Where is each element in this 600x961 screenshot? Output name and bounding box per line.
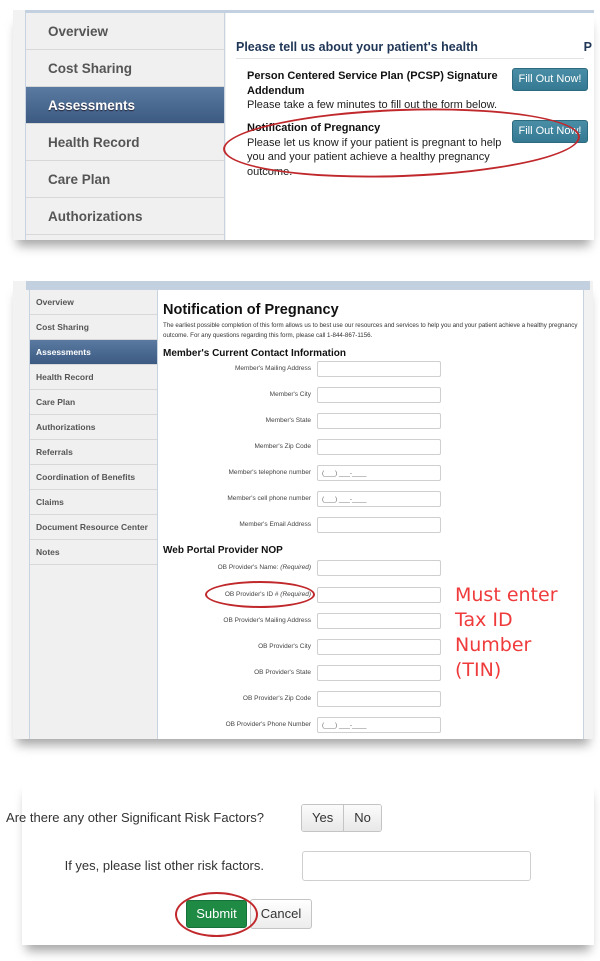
sidebar-item-care-plan[interactable]: Care Plan bbox=[26, 161, 224, 198]
field-label: Member's State bbox=[265, 417, 311, 424]
sidebar-item-document-resource-center[interactable]: Document Resource Center bbox=[30, 515, 157, 540]
sidebar-item-referrals[interactable]: Referrals bbox=[30, 440, 157, 465]
sidebar-item-assessments[interactable]: Assessments bbox=[30, 340, 157, 365]
no-button[interactable]: No bbox=[343, 805, 381, 831]
divider bbox=[236, 58, 584, 59]
note-line: Number bbox=[455, 634, 532, 656]
entry-title: Notification of Pregnancy bbox=[247, 122, 381, 134]
sidebar-nav: Overview Cost Sharing Assessments Health… bbox=[25, 13, 225, 240]
ob-provider-mailing-address-input[interactable] bbox=[317, 613, 441, 629]
risk-list-label: If yes, please list other risk factors. bbox=[64, 858, 264, 873]
member-cell-phone-input[interactable] bbox=[317, 491, 441, 507]
assessment-entry-pregnancy: Notification of Pregnancy Please let us … bbox=[247, 121, 507, 179]
field-label: Member's cell phone number bbox=[227, 495, 311, 502]
submit-button[interactable]: Submit bbox=[186, 900, 247, 928]
member-mailing-address-input[interactable] bbox=[317, 361, 441, 377]
sidebar-item-health-record[interactable]: Health Record bbox=[26, 124, 224, 161]
member-email-input[interactable] bbox=[317, 517, 441, 533]
note-line: Must enter bbox=[455, 584, 558, 606]
entry-description: Please let us know if your patient is pr… bbox=[247, 136, 502, 178]
member-section-heading: Member's Current Contact Information bbox=[163, 348, 346, 359]
yes-button[interactable]: Yes bbox=[302, 805, 344, 831]
field-label: Member's telephone number bbox=[228, 469, 311, 476]
cancel-button[interactable]: Cancel bbox=[250, 899, 312, 929]
assessments-content: Please tell us about your patient's heal… bbox=[226, 13, 594, 240]
member-telephone-input[interactable] bbox=[317, 465, 441, 481]
risk-factors-input[interactable] bbox=[302, 851, 531, 881]
sidebar-item-health-record[interactable]: Health Record bbox=[30, 365, 157, 390]
note-line: Tax ID bbox=[455, 609, 513, 631]
risk-yes-no-toggle: Yes No bbox=[301, 804, 382, 832]
fill-out-pcsp-button[interactable]: Fill Out Now! bbox=[512, 68, 588, 91]
sidebar-item-authorizations[interactable]: Authorizations bbox=[26, 198, 224, 235]
required-tag: (Required) bbox=[280, 591, 311, 598]
ob-provider-city-input[interactable] bbox=[317, 639, 441, 655]
panel-top-bar bbox=[26, 281, 590, 290]
entry-title: Person Centered Service Plan (PCSP) Sign… bbox=[247, 70, 498, 97]
fill-out-pregnancy-button[interactable]: Fill Out Now! bbox=[512, 120, 588, 143]
note-line: (TIN) bbox=[455, 659, 502, 681]
field-label: OB Provider's Zip Code bbox=[242, 695, 311, 702]
sidebar-item-coordination-of-benefits[interactable]: Coordination of Benefits bbox=[30, 465, 157, 490]
field-label: OB Provider's City bbox=[258, 643, 311, 650]
sidebar-item-authorizations[interactable]: Authorizations bbox=[30, 415, 157, 440]
ob-provider-phone-input[interactable] bbox=[317, 717, 441, 733]
entry-description: Please take a few minutes to fill out th… bbox=[247, 99, 498, 111]
ob-provider-id-input[interactable] bbox=[317, 587, 441, 603]
cutoff-heading: P bbox=[583, 40, 592, 54]
required-tag: (Required) bbox=[280, 564, 311, 571]
form-intro: The earliest possible completion of this… bbox=[163, 322, 578, 339]
section-heading: Please tell us about your patient's heal… bbox=[236, 40, 478, 54]
label-text: OB Provider's Name: bbox=[217, 564, 279, 571]
label-text: OB Provider's ID # bbox=[224, 591, 279, 598]
risk-question-label: Are there any other Significant Risk Fac… bbox=[6, 810, 264, 825]
provider-section-heading: Web Portal Provider NOP bbox=[163, 545, 283, 556]
field-label: OB Provider's Mailing Address bbox=[223, 617, 311, 624]
member-city-input[interactable] bbox=[317, 387, 441, 403]
field-label: OB Provider's ID # (Required) bbox=[225, 591, 311, 598]
member-state-input[interactable] bbox=[317, 413, 441, 429]
member-zip-input[interactable] bbox=[317, 439, 441, 455]
risk-factors-panel: Are there any other Significant Risk Fac… bbox=[6, 780, 594, 945]
sidebar-item-assessments[interactable]: Assessments bbox=[26, 87, 224, 124]
sidebar-item-cost-sharing[interactable]: Cost Sharing bbox=[30, 315, 157, 340]
form-title: Notification of Pregnancy bbox=[163, 302, 339, 318]
sidebar-item-care-plan[interactable]: Care Plan bbox=[30, 390, 157, 415]
sidebar-item-overview[interactable]: Overview bbox=[30, 290, 157, 315]
field-label: Member's Mailing Address bbox=[234, 365, 311, 372]
sidebar-item-notes[interactable]: Notes bbox=[30, 540, 157, 565]
field-label: Member's Zip Code bbox=[254, 443, 311, 450]
field-label: Member's Email Address bbox=[239, 521, 311, 528]
sidebar-nav-secondary: Overview Cost Sharing Assessments Health… bbox=[29, 290, 158, 739]
sidebar-item-claims[interactable]: Claims bbox=[30, 490, 157, 515]
ob-provider-zip-input[interactable] bbox=[317, 691, 441, 707]
tin-annotation: Must enter Tax ID Number (TIN) bbox=[455, 583, 595, 683]
sidebar-item-cost-sharing[interactable]: Cost Sharing bbox=[26, 50, 224, 87]
sidebar-item-overview[interactable]: Overview bbox=[26, 13, 224, 50]
assessment-entry-pcsp: Person Centered Service Plan (PCSP) Sign… bbox=[247, 69, 507, 113]
field-label: OB Provider's State bbox=[254, 669, 311, 676]
field-label: OB Provider's Name: (Required) bbox=[218, 564, 311, 571]
assessments-panel: Overview Cost Sharing Assessments Health… bbox=[13, 10, 594, 240]
field-label: OB Provider's Phone Number bbox=[225, 721, 311, 728]
ob-provider-state-input[interactable] bbox=[317, 665, 441, 681]
ob-provider-name-input[interactable] bbox=[317, 560, 441, 576]
field-label: Member's City bbox=[269, 391, 311, 398]
